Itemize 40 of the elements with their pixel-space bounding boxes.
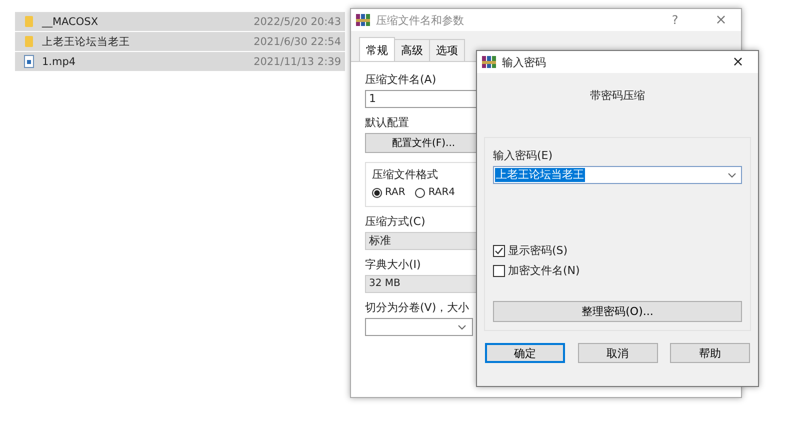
window-title: 压缩文件名和参数 bbox=[376, 12, 465, 28]
file-row[interactable]: 1.mp4 2021/11/13 2:39 bbox=[15, 52, 345, 71]
file-name: 1.mp4 bbox=[42, 56, 77, 68]
group-title: 压缩文件格式 bbox=[372, 167, 438, 182]
field-label: 压缩方式(C) bbox=[365, 214, 426, 229]
field-label: 压缩文件名(A) bbox=[365, 72, 436, 87]
tab[interactable]: 选项 bbox=[429, 39, 465, 61]
file-row[interactable]: 上老王论坛当老王 2021/6/30 22:54 bbox=[15, 32, 345, 51]
file-date: 2021/6/30 22:54 bbox=[254, 36, 341, 48]
file-name: 上老王论坛当老王 bbox=[42, 34, 131, 48]
dialog-button[interactable]: 确定 bbox=[485, 343, 565, 363]
password-text: 上老王论坛当老王 bbox=[495, 168, 585, 182]
dialog-button[interactable]: 取消 bbox=[578, 343, 658, 363]
file-date: 2022/5/20 20:43 bbox=[254, 16, 341, 28]
password-field[interactable]: 上老王论坛当老王 bbox=[493, 166, 742, 184]
tab[interactable]: 常规 bbox=[359, 37, 395, 61]
dialog-heading: 带密码压缩 bbox=[590, 88, 645, 103]
file-row[interactable]: __MACOSX 2022/5/20 20:43 bbox=[15, 12, 345, 31]
close-button[interactable]: × bbox=[701, 9, 741, 31]
dialog-button[interactable]: 帮助 bbox=[670, 343, 750, 363]
radio-button[interactable]: RAR4 bbox=[415, 187, 456, 198]
books-icon bbox=[356, 13, 370, 27]
file-icon bbox=[24, 55, 34, 68]
split-combo[interactable] bbox=[365, 318, 473, 336]
books-icon bbox=[482, 55, 496, 69]
file-name: __MACOSX bbox=[42, 16, 100, 28]
chevron-icon bbox=[458, 324, 466, 330]
help-button[interactable]: ? bbox=[655, 9, 695, 31]
close-button[interactable]: × bbox=[718, 51, 758, 73]
field-label: 字典大小(I) bbox=[365, 257, 421, 272]
field-label: 切分为分卷(V)，大小 bbox=[365, 300, 470, 315]
folder-icon bbox=[24, 35, 34, 48]
chevron-icon bbox=[728, 172, 736, 178]
window-title: 输入密码 bbox=[502, 54, 547, 70]
file-date: 2021/11/13 2:39 bbox=[254, 56, 341, 68]
field-label: 默认配置 bbox=[365, 115, 409, 130]
folder-icon bbox=[24, 15, 34, 28]
radio-button[interactable]: RAR bbox=[372, 187, 406, 198]
checkbox-option[interactable]: 加密文件名(N) bbox=[493, 263, 580, 278]
organize-passwords-button[interactable]: 整理密码(O)... bbox=[493, 301, 742, 322]
